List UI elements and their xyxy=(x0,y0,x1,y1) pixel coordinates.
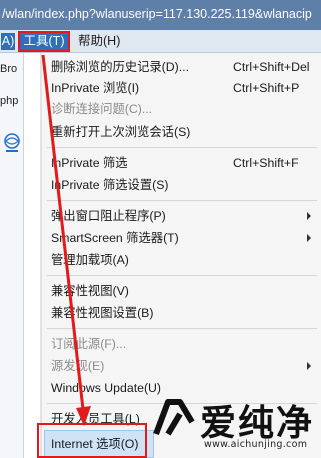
address-bar[interactable]: /wlan/index.php?wlanuserip=117.130.225.1… xyxy=(0,0,321,30)
address-url: /wlan/index.php?wlanuserip=117.130.225.1… xyxy=(2,7,312,21)
watermark-logo: 爱纯净 www.aichunjing.com xyxy=(150,392,321,458)
menu-bar: A) 工具(T) 帮助(H) xyxy=(0,30,321,53)
menu-gutter xyxy=(40,53,42,458)
menu-item-manage-addons[interactable]: 管理加载项(A) xyxy=(51,250,129,270)
submenu-arrow-icon xyxy=(307,234,311,242)
menu-help[interactable]: 帮助(H) xyxy=(78,33,126,50)
menu-separator xyxy=(47,328,317,329)
menu-item-smartscreen[interactable]: SmartScreen 筛选器(T) xyxy=(51,228,179,248)
highlight-box-internet-options xyxy=(37,423,147,458)
submenu-arrow-icon xyxy=(307,362,311,370)
brand-url: www.aichunjing.com xyxy=(204,439,308,450)
carrier-logo-icon xyxy=(4,133,20,152)
shortcut-delete-history: Ctrl+Shift+Del xyxy=(233,60,310,74)
menu-item-inprivate-filter[interactable]: InPrivate 筛选 xyxy=(51,153,128,173)
menu-item-subscribe-feed: 订阅此源(F)... xyxy=(51,337,127,351)
brand-logo-icon xyxy=(153,399,195,436)
menu-item-popup-blocker[interactable]: 弹出窗口阻止程序(P) xyxy=(51,206,166,226)
page-fragment-text: Bro xyxy=(0,63,18,75)
page-fragment-text: php xyxy=(0,95,19,107)
menu-item-compat-view-settings[interactable]: 兼容性视图设置(B) xyxy=(51,303,153,323)
shortcut-inprivate-filter: Ctrl+Shift+F xyxy=(233,156,299,170)
menu-item-reopen-session[interactable]: 重新打开上次浏览会话(S) xyxy=(51,122,190,142)
menu-separator xyxy=(47,275,317,276)
menu-separator xyxy=(47,200,317,201)
menu-tools[interactable]: 工具(T) xyxy=(18,31,70,52)
menu-item-inprivate-filter-settings[interactable]: InPrivate 筛选设置(S) xyxy=(51,175,169,195)
submenu-arrow-icon xyxy=(307,212,311,220)
menu-item-windows-update[interactable]: Windows Update(U) xyxy=(51,378,161,398)
menu-item-diagnose: 诊断连接问题(C)... xyxy=(51,102,153,116)
menu-item-delete-history[interactable]: 删除浏览的历史记录(D)... xyxy=(51,57,189,77)
menu-edge-item[interactable]: A) xyxy=(1,33,15,50)
menu-item-inprivate-browsing[interactable]: InPrivate 浏览(I) xyxy=(51,78,139,98)
menu-item-compat-view[interactable]: 兼容性视图(V) xyxy=(51,281,129,301)
menu-item-feed-discovery: 源发现(E) xyxy=(51,359,105,373)
shortcut-inprivate-browsing: Ctrl+Shift+P xyxy=(233,81,300,95)
menu-separator xyxy=(47,147,317,148)
page-content-left: Bro php xyxy=(0,53,24,458)
